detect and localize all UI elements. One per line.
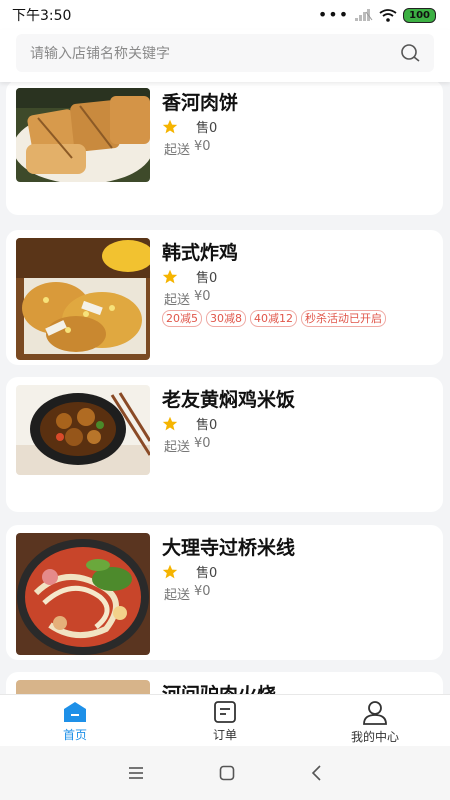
home-square-icon[interactable] [219, 765, 235, 781]
min-order-value: ¥0 [194, 436, 211, 451]
min-order-value: ¥0 [194, 584, 211, 599]
rating-row: 售0 [162, 117, 217, 136]
sold-count: 售0 [196, 566, 218, 581]
status-icons: ••• 100 [318, 7, 436, 23]
signal-icon [355, 9, 373, 21]
min-order-value: ¥0 [194, 139, 211, 154]
system-nav-bar [0, 746, 450, 800]
battery-icon: 100 [403, 7, 436, 23]
shop-card[interactable]: 香河肉饼 售0 起送 ¥0 [6, 82, 443, 215]
shop-name: 香河肉饼 [162, 92, 239, 114]
tab-orders-label: 订单 [212, 728, 237, 742]
min-order-label: 起送 [164, 293, 191, 308]
promo-tag: 20减5 [162, 310, 202, 327]
shop-name: 大理寺过桥米线 [162, 537, 296, 559]
shop-card[interactable]: 老友黄焖鸡米饭 售0 起送 ¥0 [6, 377, 443, 512]
shop-image [16, 88, 150, 182]
search-placeholder: 请输入店铺名称关键字 [30, 46, 170, 62]
shop-list[interactable]: 香河肉饼 售0 起送 ¥0 韩式炸鸡 售0 起送 ¥0 20减5 30减8 40… [0, 82, 450, 694]
rating-row: 售0 [162, 414, 217, 433]
min-order: 起送 ¥0 [164, 139, 211, 158]
bottom-nav: 首页 订单 我的中心 [0, 694, 450, 746]
home-icon [64, 702, 86, 722]
wifi-icon [379, 8, 397, 22]
shop-image [16, 385, 150, 475]
tab-home[interactable]: 首页 [0, 695, 150, 746]
sold-count: 售0 [196, 271, 218, 286]
search-input[interactable]: 请输入店铺名称关键字 [16, 34, 434, 72]
sold-count: 售0 [196, 121, 218, 136]
sold-count: 售0 [196, 418, 218, 433]
shop-image [16, 238, 150, 360]
min-order-label: 起送 [164, 588, 191, 603]
menu-icon[interactable] [128, 766, 144, 780]
shop-image [16, 533, 150, 655]
status-time: 下午3:50 [12, 8, 72, 24]
notification-dots-icon: ••• [317, 5, 350, 24]
shop-name: 老友黄焖鸡米饭 [162, 389, 296, 411]
tab-profile-label: 我的中心 [350, 730, 399, 744]
tab-profile[interactable]: 我的中心 [300, 695, 450, 746]
star-icon [162, 416, 178, 430]
shop-image [16, 680, 150, 694]
shop-card[interactable]: 大理寺过桥米线 售0 起送 ¥0 [6, 525, 443, 660]
tab-orders[interactable]: 订单 [150, 695, 300, 746]
status-bar: 下午3:50 ••• 100 [0, 0, 450, 30]
min-order: 起送 ¥0 [164, 584, 211, 603]
rating-row: 售0 [162, 267, 217, 286]
min-order: 起送 ¥0 [164, 289, 211, 308]
min-order-label: 起送 [164, 143, 191, 158]
promo-tags: 20减5 30减8 40减12 秒杀活动已开启 [162, 310, 386, 327]
min-order-label: 起送 [164, 440, 191, 455]
star-icon [162, 564, 178, 578]
search-icon[interactable] [400, 43, 420, 63]
shop-name: 河间驴肉火烧 [162, 680, 276, 694]
rating-row: 售0 [162, 562, 217, 581]
min-order-value: ¥0 [194, 289, 211, 304]
shop-card[interactable]: 河间驴肉火烧 [6, 672, 443, 694]
shop-name: 韩式炸鸡 [162, 242, 239, 264]
star-icon [162, 119, 178, 133]
shop-card[interactable]: 韩式炸鸡 售0 起送 ¥0 20减5 30减8 40减12 秒杀活动已开启 [6, 230, 443, 365]
promo-tag: 40减12 [250, 310, 297, 327]
promo-tag: 秒杀活动已开启 [301, 310, 386, 327]
user-icon [363, 701, 387, 725]
tab-home-label: 首页 [62, 728, 87, 742]
star-icon [162, 269, 178, 283]
promo-tag: 30减8 [206, 310, 246, 327]
min-order: 起送 ¥0 [164, 436, 211, 455]
back-icon[interactable] [310, 765, 322, 781]
header: 请输入店铺名称关键字 [0, 30, 450, 82]
orders-icon [214, 701, 236, 723]
